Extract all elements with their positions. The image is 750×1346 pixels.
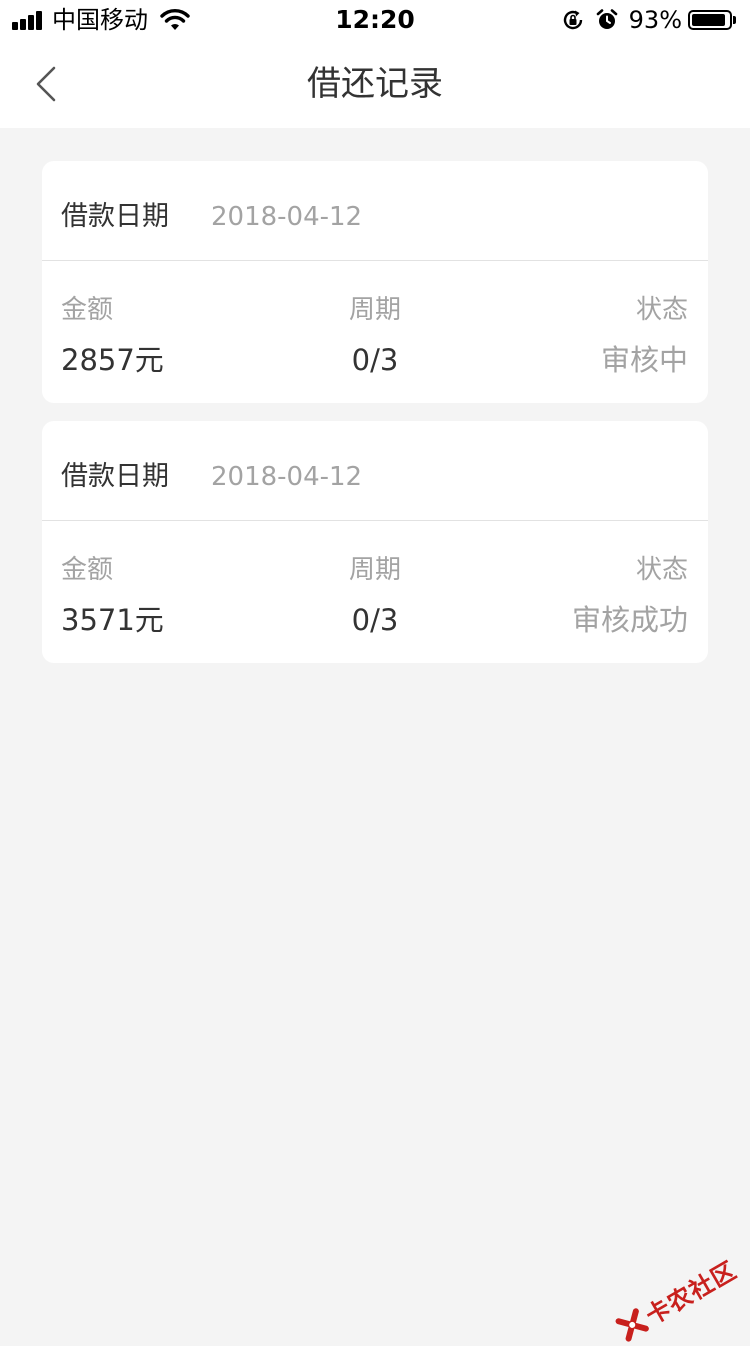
loan-date-label: 借款日期 (61, 201, 169, 232)
loan-date-value: 2018-04-12 (211, 202, 363, 232)
record-header: 借款日期 2018-04-12 (42, 421, 708, 521)
status-label: 状态 (635, 555, 688, 585)
loan-date-value: 2018-04-12 (211, 462, 363, 492)
record-details: 金额 2857元 周期 0/3 状态 审核中 (42, 261, 708, 403)
nav-bar: 借还记录 (0, 40, 750, 128)
watermark: 卡农社区 (612, 1251, 742, 1346)
loan-date-label: 借款日期 (61, 461, 169, 492)
record-details: 金额 3571元 周期 0/3 状态 审核成功 (42, 521, 708, 663)
status-value: 审核成功 (571, 603, 688, 637)
battery-icon (688, 10, 732, 30)
watermark-text: 卡农社区 (640, 1256, 742, 1331)
record-list: 借款日期 2018-04-12 金额 2857元 周期 0/3 状态 审核中 借… (42, 161, 708, 681)
alarm-icon (596, 9, 617, 29)
status-label: 状态 (635, 295, 688, 325)
status-value: 审核中 (600, 343, 688, 377)
status-column: 状态 审核中 (601, 293, 688, 379)
battery-percentage: 93% (628, 6, 682, 34)
page-title: 借还记录 (307, 64, 443, 104)
status-bar: 中国移动 12:20 93% (0, 0, 750, 40)
record-card[interactable]: 借款日期 2018-04-12 金额 3571元 周期 0/3 状态 审核成功 (42, 421, 708, 663)
record-header: 借款日期 2018-04-12 (42, 161, 708, 261)
status-bar-right: 93% (561, 6, 736, 34)
battery-tip (733, 16, 736, 24)
rotation-lock-icon (563, 10, 582, 30)
status-column: 状态 审核成功 (572, 553, 688, 639)
battery-level (692, 14, 726, 26)
record-card[interactable]: 借款日期 2018-04-12 金额 2857元 周期 0/3 状态 审核中 (42, 161, 708, 403)
